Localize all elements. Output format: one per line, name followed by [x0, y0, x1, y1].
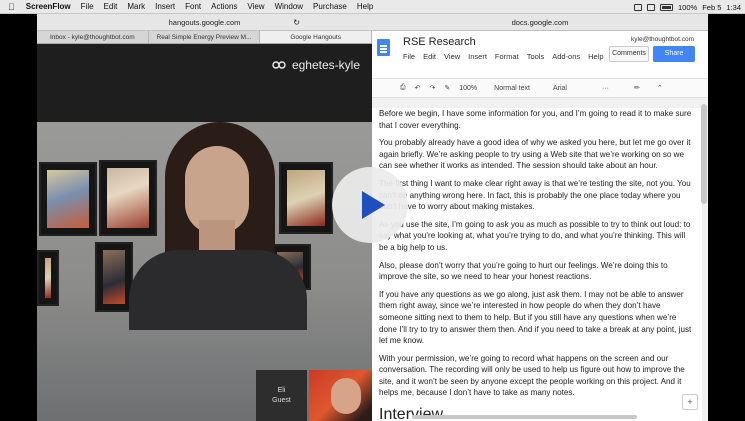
comments-button[interactable]: Comments	[609, 46, 649, 62]
tab-google-hangouts[interactable]: Google Hangouts	[260, 31, 372, 43]
screen-icon[interactable]	[634, 3, 643, 11]
docs-url-text[interactable]: docs.google.com	[512, 18, 569, 27]
menu-insert[interactable]: Insert	[150, 2, 180, 11]
docs-menu-edit[interactable]: Edit	[423, 52, 436, 61]
paragraph: The first thing I want to make clear rig…	[379, 178, 691, 212]
mac-menubar:  ScreenFlow File Edit Mark Insert Font …	[0, 0, 745, 14]
pencil-icon[interactable]: ✏	[634, 84, 640, 92]
docs-toolbar: ⎙ ↶ ↷ ✎ 100% Normal text Arial ··· ✏ ⌃	[372, 79, 708, 98]
menu-purchase[interactable]: Purchase	[308, 2, 352, 11]
hangouts-url-bar[interactable]: hangouts.google.com ↻	[37, 14, 372, 31]
meeting-link[interactable]: eghetes-kyle	[268, 54, 364, 76]
guest-role: Guest	[272, 397, 291, 404]
menu-file[interactable]: File	[76, 2, 99, 11]
docs-menu-view[interactable]: View	[444, 52, 460, 61]
wall-frame	[95, 242, 133, 312]
wall-frame	[279, 162, 333, 234]
menu-help[interactable]: Help	[352, 2, 378, 11]
time-label[interactable]: 1:34	[726, 3, 741, 12]
status-area: 100% Feb 5 1:34	[634, 0, 741, 14]
menu-actions[interactable]: Actions	[206, 2, 242, 11]
print-icon[interactable]: ⎙	[400, 84, 406, 92]
guest-tile[interactable]: Eli Guest	[256, 370, 307, 421]
menu-edit[interactable]: Edit	[99, 2, 123, 11]
docs-menu-insert[interactable]: Insert	[468, 52, 487, 61]
paragraph: You probably already have a good idea of…	[379, 138, 691, 171]
docs-menu-bar: File Edit View Insert Format Tools Add-o…	[403, 52, 604, 61]
menu-app-name[interactable]: ScreenFlow	[21, 2, 76, 11]
redo-icon[interactable]: ↷	[429, 84, 435, 92]
menu-view[interactable]: View	[242, 2, 269, 11]
explore-icon[interactable]: +	[682, 394, 698, 410]
guest-name: Eli	[277, 387, 286, 394]
menu-window[interactable]: Window	[270, 2, 308, 11]
self-view-camera[interactable]	[309, 370, 372, 421]
menu-mark[interactable]: Mark	[122, 2, 150, 11]
document-page[interactable]: Before we begin, I have some information…	[372, 108, 702, 421]
url-text[interactable]: hangouts.google.com	[169, 18, 241, 27]
hangouts-window: hangouts.google.com ↻ Inbox - kyle@thoug…	[37, 14, 372, 421]
paint-format-icon[interactable]: ✎	[444, 84, 450, 92]
battery-percent: 100%	[678, 2, 698, 12]
hangouts-tab-strip: Inbox - kyle@thoughtbot.com Real Simple …	[37, 31, 372, 44]
apple-icon[interactable]: 	[0, 2, 21, 12]
undo-icon[interactable]: ↶	[415, 84, 421, 92]
horizontal-scrollbar[interactable]	[412, 415, 637, 419]
font-select[interactable]: Arial	[553, 85, 567, 92]
style-select[interactable]: Normal text	[494, 85, 530, 92]
document-title[interactable]: RSE Research	[403, 36, 476, 48]
link-icon	[272, 61, 286, 69]
docs-icon[interactable]	[377, 39, 390, 56]
paragraph: With your permission, we’re going to rec…	[379, 353, 685, 398]
paragraph: Before we begin, I have some information…	[379, 109, 692, 130]
docs-menu-tools[interactable]: Tools	[527, 52, 545, 61]
docs-menu-addons[interactable]: Add-ons	[552, 52, 580, 61]
share-button[interactable]: Share	[653, 46, 695, 62]
tab-inbox[interactable]: Inbox - kyle@thoughtbot.com	[37, 31, 149, 43]
tab-rse-preview[interactable]: Real Simple Energy Preview M...	[149, 31, 261, 43]
paragraph: As you use the site, I’m going to ask yo…	[379, 219, 691, 252]
docs-menu-help[interactable]: Help	[588, 52, 603, 61]
more-button[interactable]: ···	[602, 85, 609, 92]
account-email[interactable]: kyle@thoughtbot.com	[631, 36, 694, 43]
docs-window: docs.google.com RSE Research File Edit V…	[372, 14, 708, 421]
document-canvas: Before we begin, I have some information…	[372, 98, 708, 421]
wifi-icon[interactable]	[647, 3, 656, 11]
meeting-name: eghetes-kyle	[291, 58, 360, 72]
vertical-scrollbar[interactable]	[701, 104, 707, 204]
date-label[interactable]: Feb 5	[702, 3, 721, 12]
collapse-icon[interactable]: ⌃	[657, 84, 663, 92]
zoom-select[interactable]: 100%	[459, 85, 477, 92]
wall-frame	[37, 250, 59, 306]
wall-frame	[99, 160, 157, 236]
wall-frame	[39, 162, 97, 236]
docs-url-bar[interactable]: docs.google.com	[372, 14, 708, 31]
participant-shirt	[129, 250, 307, 330]
play-icon[interactable]	[332, 167, 408, 243]
battery-icon[interactable]	[660, 3, 674, 11]
docs-menu-file[interactable]: File	[403, 52, 415, 61]
reload-icon[interactable]: ↻	[293, 18, 300, 27]
menu-font[interactable]: Font	[180, 2, 206, 11]
paragraph: Also, please don’t worry that you’re goi…	[379, 260, 668, 282]
docs-menu-format[interactable]: Format	[495, 52, 519, 61]
paragraph: If you have any questions as we go along…	[379, 289, 692, 346]
